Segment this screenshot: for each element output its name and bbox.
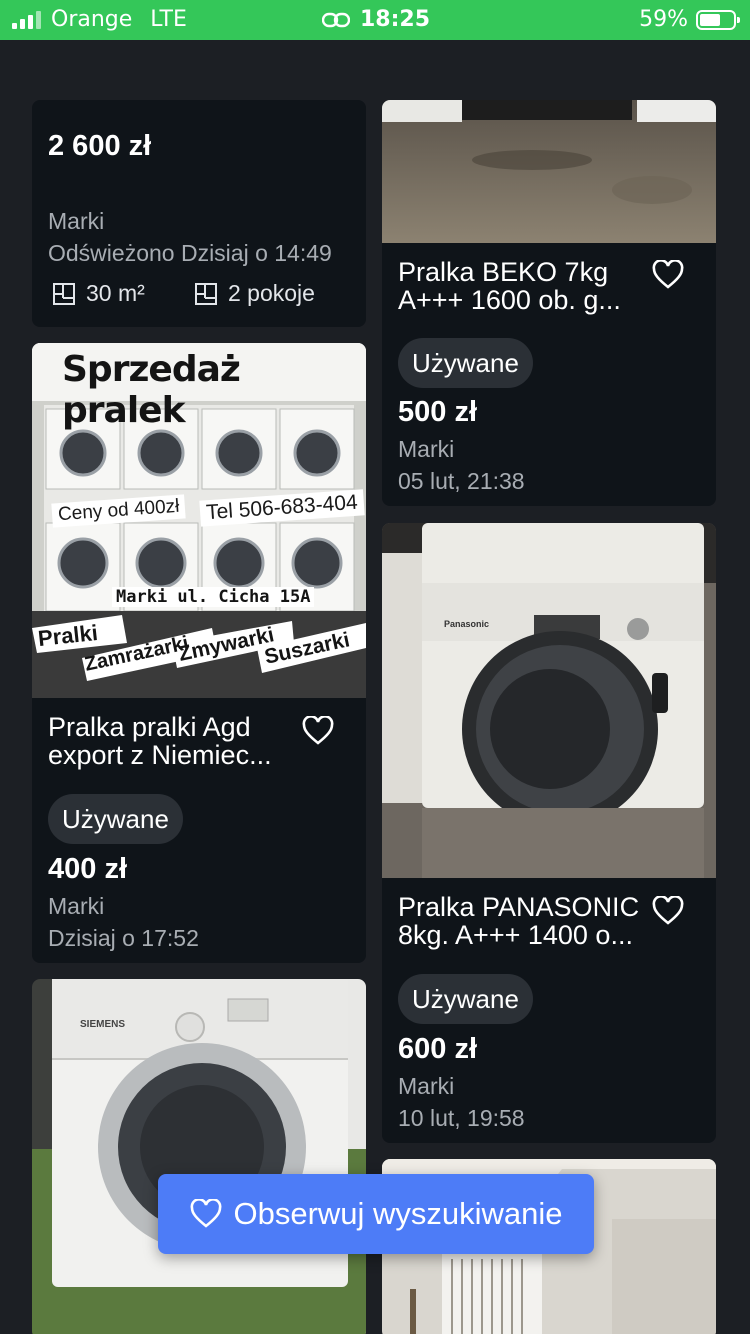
listing-card-apartment[interactable]: 2 600 zł Marki Odświeżono Dzisiaj o 14:4… [32, 100, 366, 327]
listing-date: Dzisiaj o 17:52 [48, 925, 199, 951]
condition-badge: Używane [48, 794, 183, 844]
listing-price: 2 600 zł [48, 130, 152, 162]
listing-price: 500 zł [398, 396, 477, 428]
poster-headline: Sprzedaż pralek [62, 349, 241, 431]
listing-photo[interactable]: SIEMENS [32, 979, 366, 1334]
listing-location: Marki [48, 208, 105, 234]
status-center: 18:25 [322, 7, 430, 32]
listing-area: 30 m² [52, 280, 145, 307]
listing-photo[interactable] [382, 100, 716, 243]
battery-percent: 59% [639, 7, 688, 32]
status-left: Orange LTE [12, 7, 187, 32]
carrier-label: Orange [51, 7, 133, 32]
battery-icon [696, 9, 740, 30]
listing-card-panasonic[interactable]: Panasonic Pralka PANASONIC 8kg. A+++ 140… [382, 523, 716, 1143]
heart-icon[interactable] [652, 896, 684, 926]
heart-icon[interactable] [302, 716, 334, 746]
follow-search-button[interactable]: Obserwuj wyszukiwanie [158, 1174, 594, 1254]
listing-area-value: 30 m² [86, 280, 145, 306]
poster-address: Marki ul. Cicha 15A [112, 587, 315, 607]
listing-title[interactable]: Pralka BEKO 7kg A+++ 1600 ob. g... [398, 258, 643, 314]
condition-badge: Używane [398, 974, 533, 1024]
listing-photo[interactable]: Panasonic [382, 523, 716, 878]
listing-photo-floor [382, 100, 716, 243]
listing-price: 600 zł [398, 1033, 477, 1065]
listing-location: Marki [398, 436, 455, 462]
status-right: 59% [639, 7, 740, 32]
listing-card-beko[interactable]: Pralka BEKO 7kg A+++ 1600 ob. g... Używa… [382, 100, 716, 506]
status-bar: Orange LTE 18:25 59% [0, 0, 750, 40]
photo-brand-panasonic: Panasonic [444, 619, 490, 629]
condition-badge: Używane [398, 338, 533, 388]
listing-title[interactable]: Pralka pralki Agd export z Niemiec... [48, 713, 293, 769]
follow-search-label: Obserwuj wyszukiwanie [233, 1196, 563, 1231]
heart-icon [191, 1199, 222, 1228]
clock: 18:25 [360, 7, 431, 32]
signal-icon [12, 10, 41, 29]
listing-location: Marki [48, 893, 105, 919]
listing-rooms-value: 2 pokoje [228, 280, 315, 306]
listing-title[interactable]: Pralka PANASONIC 8kg. A+++ 1400 o... [398, 893, 643, 949]
network-label: LTE [150, 7, 187, 32]
listing-date: Odświeżono Dzisiaj o 14:49 [48, 240, 332, 266]
link-icon [322, 12, 350, 27]
listing-price: 400 zł [48, 853, 127, 885]
listing-location: Marki [398, 1073, 455, 1099]
heart-icon[interactable] [652, 260, 684, 290]
listing-card-siemens[interactable]: SIEMENS [32, 979, 366, 1334]
listing-photo-washer [32, 979, 366, 1334]
listing-photo[interactable]: Sprzedaż pralek Ceny od 400zł Tel 506-68… [32, 343, 366, 698]
listing-date: 10 lut, 19:58 [398, 1105, 525, 1131]
listing-rooms: 2 pokoje [194, 280, 315, 307]
listing-feed[interactable]: 2 600 zł Marki Odświeżono Dzisiaj o 14:4… [0, 40, 750, 1334]
listing-card-agd[interactable]: Sprzedaż pralek Ceny od 400zł Tel 506-68… [32, 343, 366, 963]
photo-brand-siemens: SIEMENS [80, 1019, 126, 1030]
listing-photo-washer [382, 523, 716, 878]
floorplan-icon [53, 282, 75, 305]
listing-date: 05 lut, 21:38 [398, 468, 525, 494]
floorplan-icon [195, 282, 217, 305]
